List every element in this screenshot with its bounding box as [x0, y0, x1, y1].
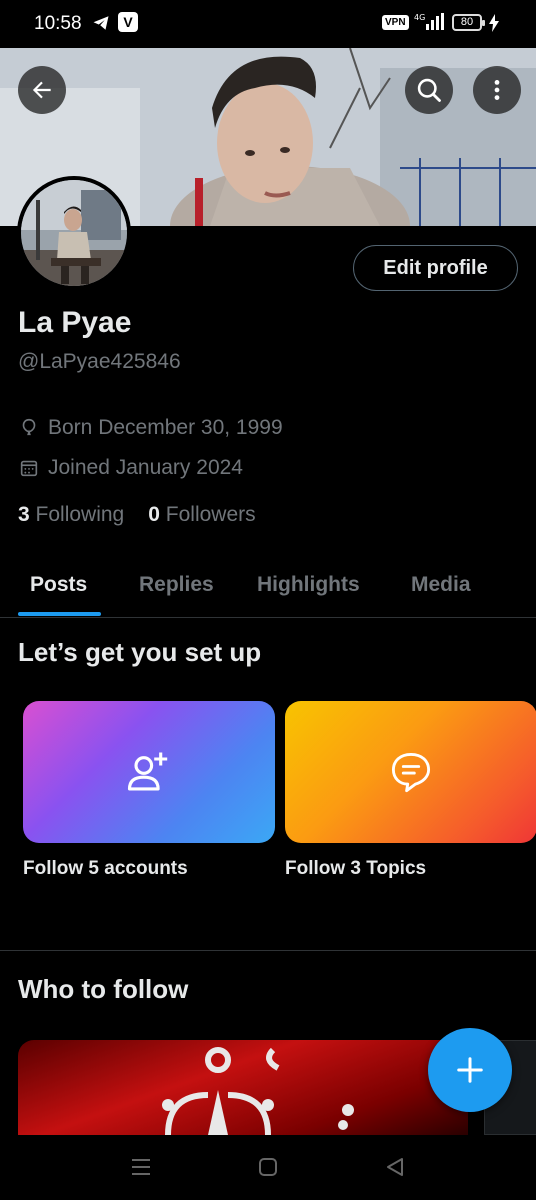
telegram-icon	[93, 16, 109, 30]
arrow-left-icon	[32, 81, 51, 99]
profile-tabs: Posts Replies Highlights Media	[0, 560, 536, 618]
add-user-icon	[127, 752, 168, 791]
charging-icon	[489, 14, 499, 32]
followers-label: Followers	[165, 503, 256, 526]
status-time: 10:58	[34, 13, 82, 34]
active-tab-indicator	[18, 612, 101, 616]
vpn-badge: VPN	[382, 15, 409, 30]
followers-count: 0	[148, 503, 160, 526]
tab-highlights[interactable]: Highlights	[257, 560, 360, 618]
following-label: Following	[35, 503, 125, 526]
signal-icon: 4G	[414, 13, 444, 30]
follow-stats: 3 Following 0 Followers	[18, 503, 256, 527]
back-button[interactable]	[18, 66, 66, 114]
more-options-button[interactable]	[473, 66, 521, 114]
suggested-account-card[interactable]	[18, 1040, 468, 1135]
following-link[interactable]: 3 Following	[18, 503, 124, 527]
calendar-icon	[20, 460, 38, 477]
search-icon	[417, 78, 441, 102]
balloon-icon	[22, 418, 36, 436]
edit-profile-button[interactable]: Edit profile	[353, 245, 518, 291]
back-nav-icon[interactable]	[384, 1156, 406, 1178]
profile-avatar[interactable]	[17, 176, 131, 290]
follow-topics-label[interactable]: Follow 3 Topics	[285, 858, 426, 880]
more-vertical-icon	[494, 80, 500, 100]
compose-post-button[interactable]	[428, 1028, 512, 1112]
status-bar: 10:58 V VPN 4G 80	[0, 0, 536, 48]
chat-bubble-icon	[391, 752, 431, 793]
birthday-row: Born December 30, 1999	[18, 416, 283, 440]
followers-link[interactable]: 0 Followers	[148, 503, 255, 527]
battery-indicator: 80	[452, 14, 485, 31]
setup-title: Let’s get you set up	[18, 637, 262, 667]
joined-row: Joined January 2024	[18, 456, 243, 480]
recent-apps-icon[interactable]	[130, 1157, 152, 1177]
app-notification-icon: V	[118, 12, 138, 32]
who-to-follow-title: Who to follow	[18, 974, 189, 1004]
follow-accounts-card[interactable]	[23, 701, 275, 843]
tab-posts[interactable]: Posts	[30, 560, 87, 618]
search-button[interactable]	[405, 66, 453, 114]
network-type: 4G	[414, 13, 425, 22]
plus-icon	[457, 1057, 483, 1083]
tab-replies[interactable]: Replies	[139, 560, 214, 618]
home-icon[interactable]	[258, 1157, 278, 1177]
profile-name: La Pyae	[18, 306, 132, 339]
tab-media[interactable]: Media	[411, 560, 471, 618]
joined-text: Joined January 2024	[48, 456, 243, 479]
profile-handle: @LaPyae425846	[18, 350, 181, 373]
follow-accounts-label[interactable]: Follow 5 accounts	[23, 858, 188, 880]
following-count: 3	[18, 503, 30, 526]
avatar-photo	[21, 180, 127, 286]
system-nav-bar	[0, 1135, 536, 1200]
suggested-account-banner	[162, 1047, 354, 1135]
follow-topics-card[interactable]	[285, 701, 536, 843]
section-divider	[0, 950, 536, 951]
birthday-text: Born December 30, 1999	[48, 416, 283, 439]
